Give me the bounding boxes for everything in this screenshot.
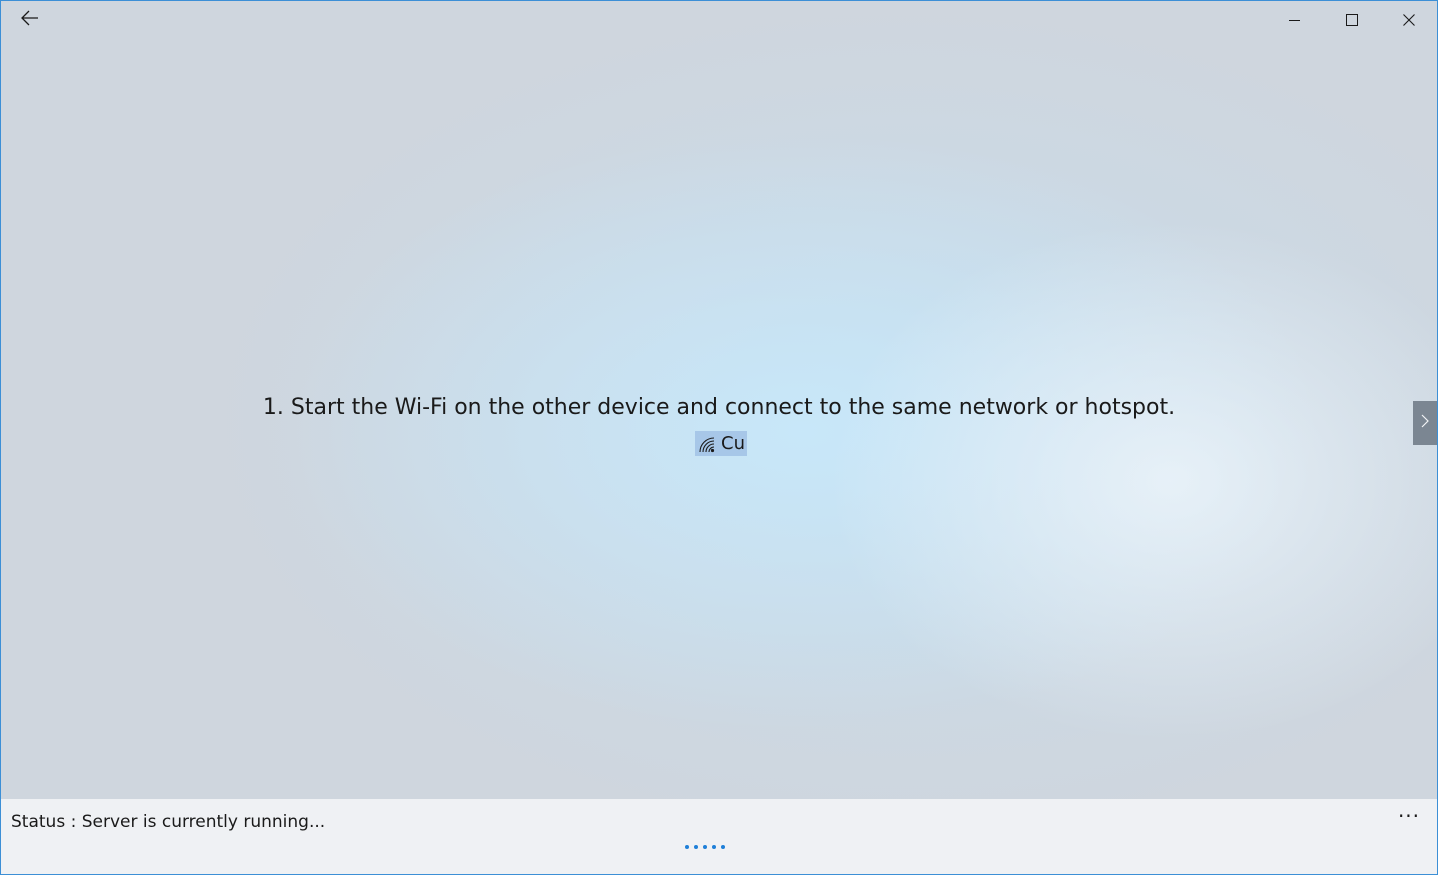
progress-dot [712, 845, 716, 849]
progress-dot [694, 845, 698, 849]
progress-dot [703, 845, 707, 849]
progress-dot [721, 845, 725, 849]
back-arrow-icon [21, 10, 39, 30]
app-window: 1. Start the Wi-Fi on the other device a… [0, 0, 1438, 875]
status-text: Status : Server is currently running... [11, 812, 326, 832]
network-name: Cu [721, 433, 745, 454]
maximize-icon [1345, 11, 1358, 30]
network-chip[interactable]: Cu [695, 431, 747, 456]
more-options-button[interactable]: ... [1389, 800, 1429, 831]
progress-indicator [685, 845, 730, 849]
instruction-text: 1. Start the Wi-Fi on the other device a… [262, 395, 1176, 420]
close-button[interactable] [1380, 1, 1437, 39]
next-page-button[interactable] [1413, 401, 1437, 445]
progress-dot [685, 845, 689, 849]
chevron-right-icon [1420, 413, 1430, 433]
minimize-button[interactable] [1266, 1, 1323, 39]
status-bar: Status : Server is currently running... … [1, 799, 1437, 874]
close-icon [1402, 11, 1415, 30]
wifi-icon [697, 435, 717, 455]
maximize-button[interactable] [1323, 1, 1380, 39]
back-button[interactable] [1, 1, 59, 39]
minimize-icon [1288, 11, 1301, 30]
